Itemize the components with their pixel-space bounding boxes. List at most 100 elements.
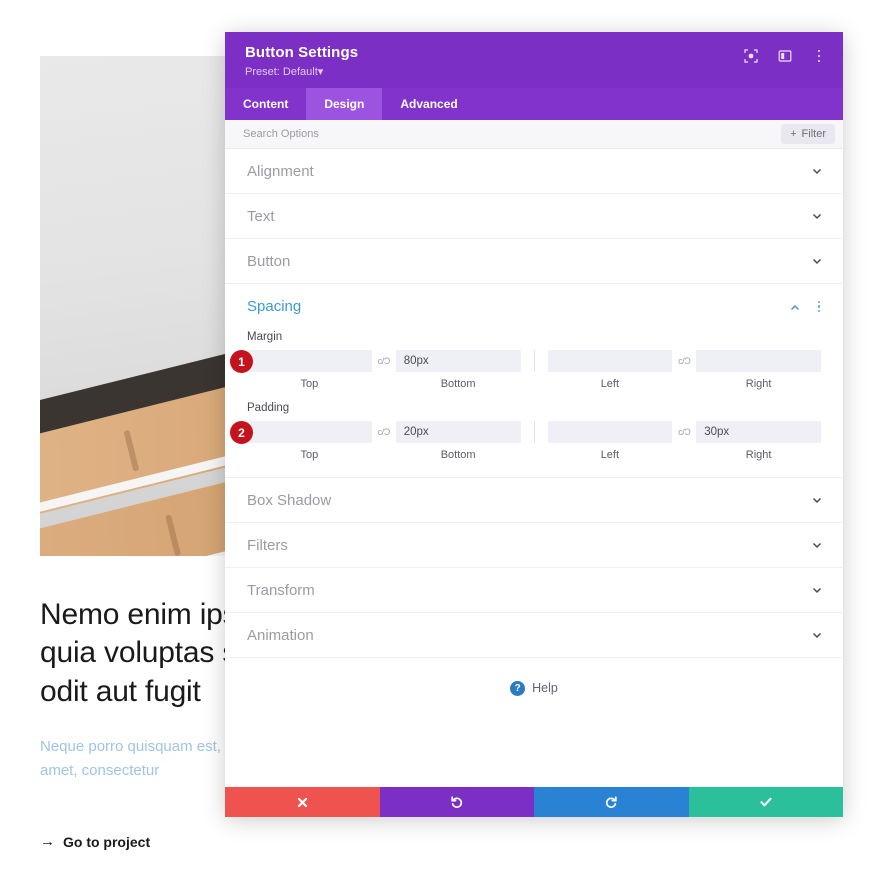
margin-left-label: Left: [600, 378, 620, 390]
padding-group: Padding 2 Top c/Ɔ Bottom: [225, 402, 843, 477]
plus-icon: +: [790, 128, 797, 140]
filter-label: Filter: [801, 128, 826, 140]
undo-icon: [450, 795, 464, 809]
padding-top-input[interactable]: [247, 421, 372, 443]
padding-left-input[interactable]: [547, 421, 673, 443]
button-settings-modal: Button Settings Preset: Default▾ Content…: [225, 32, 843, 817]
header-icon-group: [743, 48, 827, 64]
margin-bottom-cell: Bottom: [395, 350, 521, 390]
help-icon: ?: [510, 680, 526, 696]
padding-bottom-label: Bottom: [440, 449, 476, 461]
section-animation[interactable]: Animation: [225, 613, 843, 658]
margin-divider: [533, 350, 535, 372]
padding-top-cell: Top: [247, 421, 372, 461]
section-button-label: Button: [247, 252, 291, 270]
margin-group: Margin 1 Top c/Ɔ Bottom: [225, 331, 843, 400]
focus-icon[interactable]: [743, 48, 759, 64]
tab-design[interactable]: Design: [306, 88, 383, 120]
section-alignment[interactable]: Alignment: [225, 149, 843, 194]
margin-top-label: Top: [300, 378, 319, 390]
margin-vertical-pair: Top c/Ɔ Bottom: [247, 350, 521, 390]
link-horizontal-icon[interactable]: c/Ɔ: [672, 350, 696, 372]
margin-horizontal-pair: Left c/Ɔ Right: [547, 350, 821, 390]
chevron-down-icon: [811, 584, 823, 596]
modal-title: Button Settings: [245, 44, 359, 61]
modal-body: Alignment Text Button Spacing Margin 1 T…: [225, 149, 843, 787]
margin-fields: 1 Top c/Ɔ Bottom: [230, 350, 821, 390]
go-to-project-label: Go to project: [63, 833, 151, 850]
margin-title: Margin: [247, 331, 283, 343]
padding-title: Padding: [247, 402, 290, 414]
section-spacing-label: Spacing: [247, 298, 302, 315]
tab-advanced[interactable]: Advanced: [382, 88, 475, 120]
section-animation-label: Animation: [247, 626, 314, 644]
undo-button[interactable]: [379, 787, 534, 817]
save-button[interactable]: [688, 787, 843, 817]
margin-left-input[interactable]: [547, 350, 673, 372]
section-filters-label: Filters: [247, 536, 288, 554]
padding-bottom-cell: Bottom: [395, 421, 521, 461]
chevron-down-icon: [811, 210, 823, 222]
preset-selector[interactable]: Preset: Default▾: [245, 65, 823, 78]
tab-content[interactable]: Content: [225, 88, 306, 120]
help-link[interactable]: ? Help: [225, 658, 843, 718]
callout-badge-2: 2: [230, 421, 253, 444]
padding-horizontal-pair: Left c/Ɔ Right: [547, 421, 821, 461]
chevron-down-icon: [811, 629, 823, 641]
chevron-up-icon[interactable]: [789, 301, 801, 313]
section-transform-label: Transform: [247, 581, 315, 599]
section-transform[interactable]: Transform: [225, 568, 843, 613]
section-button[interactable]: Button: [225, 239, 843, 284]
margin-right-cell: Right: [696, 350, 821, 390]
search-row: + Filter: [225, 120, 843, 149]
chevron-down-icon: [811, 165, 823, 177]
preset-caret-icon: ▾: [317, 66, 324, 78]
link-horizontal-icon[interactable]: c/Ɔ: [672, 421, 696, 443]
search-input[interactable]: [243, 128, 782, 140]
section-text[interactable]: Text: [225, 194, 843, 239]
padding-right-label: Right: [745, 449, 772, 461]
layout-icon[interactable]: [777, 48, 793, 64]
redo-icon: [604, 795, 618, 809]
padding-left-cell: Left: [547, 421, 673, 461]
margin-right-label: Right: [745, 378, 772, 390]
padding-fields: 2 Top c/Ɔ Bottom: [230, 421, 821, 461]
go-to-project-link[interactable]: → Go to project: [40, 833, 460, 850]
section-text-label: Text: [247, 207, 275, 225]
close-icon: [296, 796, 309, 809]
link-vertical-icon[interactable]: c/Ɔ: [372, 350, 396, 372]
section-spacing-header[interactable]: Spacing: [225, 284, 843, 329]
margin-bottom-label: Bottom: [440, 378, 476, 390]
chevron-down-icon: [811, 539, 823, 551]
padding-bottom-input[interactable]: [395, 421, 521, 443]
section-box-shadow-label: Box Shadow: [247, 491, 332, 509]
padding-right-cell: Right: [696, 421, 821, 461]
modal-footer: [225, 787, 843, 817]
margin-bottom-input[interactable]: [395, 350, 521, 372]
padding-left-label: Left: [600, 449, 620, 461]
chevron-down-icon: [811, 255, 823, 267]
filter-button[interactable]: + Filter: [781, 124, 835, 144]
modal-tabs: Content Design Advanced: [225, 88, 843, 120]
margin-top-input[interactable]: [247, 350, 372, 372]
check-icon: [759, 795, 773, 809]
margin-left-cell: Left: [547, 350, 673, 390]
spacing-more-icon[interactable]: [813, 300, 825, 313]
section-spacing: Spacing Margin 1 Top c/Ɔ 80px Bottom Lef…: [225, 284, 843, 478]
padding-vertical-pair: Top c/Ɔ Bottom: [247, 421, 521, 461]
padding-top-label: Top: [300, 449, 319, 461]
modal-header: Button Settings Preset: Default▾: [225, 32, 843, 88]
cancel-button[interactable]: [225, 787, 380, 817]
chevron-down-icon: [811, 494, 823, 506]
help-label: Help: [532, 681, 558, 695]
padding-divider: [533, 421, 535, 443]
redo-button[interactable]: [534, 787, 689, 817]
padding-right-input[interactable]: [696, 421, 821, 443]
section-box-shadow[interactable]: Box Shadow: [225, 478, 843, 523]
link-vertical-icon[interactable]: c/Ɔ: [372, 421, 396, 443]
section-filters[interactable]: Filters: [225, 523, 843, 568]
section-alignment-label: Alignment: [247, 162, 314, 180]
arrow-right-icon: →: [40, 833, 55, 851]
margin-right-input[interactable]: [696, 350, 821, 372]
more-vertical-icon[interactable]: [811, 48, 827, 64]
